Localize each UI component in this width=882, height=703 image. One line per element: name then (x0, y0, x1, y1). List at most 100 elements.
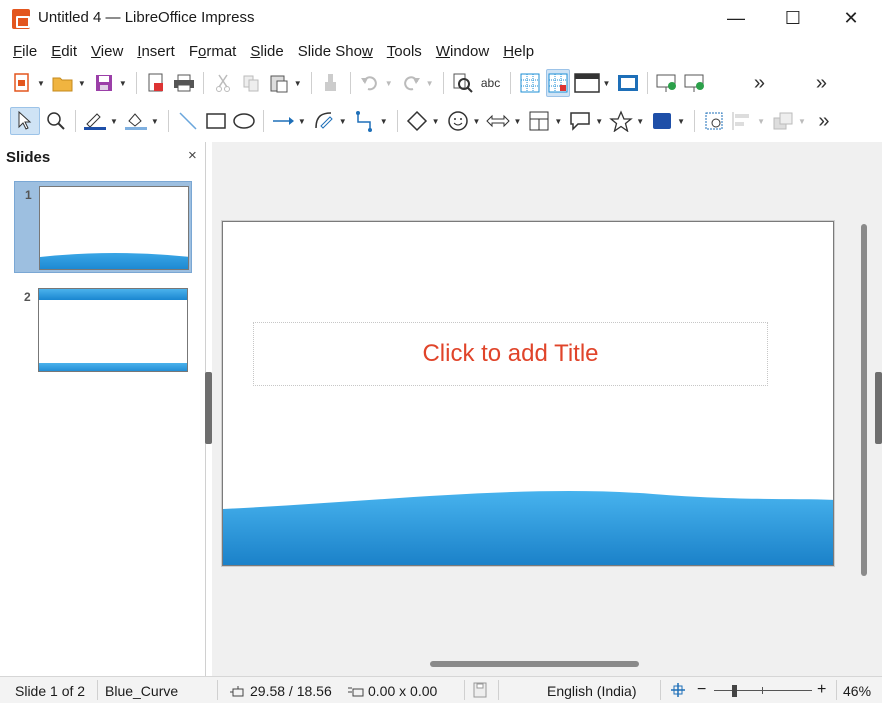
redo-icon[interactable] (399, 69, 423, 97)
connectors-dropdown-icon[interactable]: ▼ (380, 117, 388, 126)
fill-color-icon[interactable] (124, 107, 148, 135)
display-views-dropdown-icon[interactable]: ▼ (603, 79, 611, 88)
find-replace-icon[interactable] (451, 69, 475, 97)
shadow-dropdown-icon[interactable]: ▼ (677, 117, 685, 126)
redo-dropdown-icon[interactable]: ▼ (426, 79, 434, 88)
new-icon[interactable] (10, 69, 34, 97)
block-arrows-dropdown-icon[interactable]: ▼ (513, 117, 521, 126)
menu-mnemonic: S (250, 42, 261, 60)
symbol-shapes-dropdown-icon[interactable]: ▼ (473, 117, 481, 126)
menu-item[interactable]: Slide Show (291, 43, 380, 60)
copy-icon[interactable] (239, 69, 263, 97)
select-arrow-icon[interactable] (10, 107, 40, 135)
menu-label-part: lide (260, 42, 284, 60)
menu-item[interactable]: Slide (243, 43, 290, 60)
menu-item[interactable]: Edit (44, 43, 84, 60)
zoom-slider-track[interactable] (714, 690, 812, 691)
title-placeholder[interactable]: Click to add Title (253, 322, 768, 386)
open-folder-icon[interactable] (51, 69, 75, 97)
callout-dropdown-icon[interactable]: ▼ (595, 117, 603, 126)
undo-dropdown-icon[interactable]: ▼ (385, 79, 393, 88)
arrange-icon[interactable] (771, 107, 795, 135)
basic-shapes-dropdown-icon[interactable]: ▼ (432, 117, 440, 126)
lines-arrows-dropdown-icon[interactable]: ▼ (298, 117, 306, 126)
flowchart-icon[interactable] (527, 107, 551, 135)
start-from-current-slide-icon[interactable] (683, 69, 707, 97)
open-dropdown-icon[interactable]: ▼ (78, 79, 86, 88)
curves-dropdown-icon[interactable]: ▼ (339, 117, 347, 126)
smiley-icon[interactable] (446, 107, 470, 135)
zoom-level-status[interactable]: 46% (843, 683, 871, 699)
slide-thumbnail-2[interactable]: 2 (14, 284, 192, 376)
align-objects-icon[interactable] (730, 107, 754, 135)
slides-panel-close-icon[interactable]: × (188, 147, 197, 164)
maximize-button[interactable]: ☐ (771, 4, 815, 32)
toolbar-overflow-button[interactable]: » (747, 69, 771, 97)
document-modified-icon[interactable] (472, 682, 488, 701)
rotate-icon[interactable] (702, 107, 726, 135)
zoom-slider-handle[interactable] (732, 685, 737, 697)
start-from-first-slide-icon[interactable] (655, 69, 679, 97)
clone-formatting-icon[interactable] (319, 69, 343, 97)
fit-slide-icon[interactable] (671, 683, 685, 700)
shadow-3d-icon[interactable] (650, 107, 674, 135)
flowchart-dropdown-icon[interactable]: ▼ (554, 117, 562, 126)
fill-color-dropdown-icon[interactable]: ▼ (151, 117, 159, 126)
export-pdf-icon[interactable] (144, 69, 168, 97)
master-slide-status[interactable]: Blue_Curve (105, 683, 178, 699)
drawing-toolbar-overflow-button[interactable]: » (812, 107, 836, 135)
helplines-icon[interactable] (545, 69, 570, 97)
align-dropdown-icon[interactable]: ▼ (757, 117, 765, 126)
sidebar-splitter-handle[interactable] (875, 372, 882, 444)
star-dropdown-icon[interactable]: ▼ (636, 117, 644, 126)
zoom-in-button[interactable]: + (817, 681, 826, 699)
menu-item[interactable]: Window (429, 43, 496, 60)
status-separator (97, 680, 98, 700)
arrange-dropdown-icon[interactable]: ▼ (798, 117, 806, 126)
line-color-dropdown-icon[interactable]: ▼ (110, 117, 118, 126)
menu-item[interactable]: Format (182, 43, 244, 60)
lines-arrows-icon[interactable] (271, 107, 295, 135)
minimize-button[interactable]: — (714, 4, 758, 32)
display-views-icon[interactable] (573, 69, 600, 97)
slides-panel: Slides × 1 2 (0, 142, 206, 676)
print-icon[interactable] (172, 69, 196, 97)
zoom-out-button[interactable]: − (697, 681, 706, 699)
display-grid-icon[interactable] (518, 69, 542, 97)
rectangle-icon[interactable] (204, 107, 228, 135)
toolbar-separator (202, 72, 204, 94)
menu-item[interactable]: Tools (380, 43, 429, 60)
save-icon[interactable] (92, 69, 116, 97)
curves-polygons-icon[interactable] (312, 107, 336, 135)
toolbar-separator (509, 72, 511, 94)
close-window-button[interactable]: ✕ (829, 4, 873, 32)
menu-item[interactable]: View (84, 43, 130, 60)
cut-icon[interactable] (211, 69, 235, 97)
paste-icon[interactable] (267, 69, 291, 97)
vertical-scrollbar[interactable] (861, 224, 867, 576)
slide-canvas[interactable]: Click to add Title (222, 221, 834, 566)
slides-pane-splitter-handle[interactable] (205, 372, 212, 444)
master-slide-icon[interactable] (616, 69, 640, 97)
menu-item[interactable]: Insert (130, 43, 182, 60)
line-color-icon[interactable] (83, 107, 107, 135)
undo-icon[interactable] (358, 69, 382, 97)
insert-line-icon[interactable] (176, 107, 200, 135)
save-dropdown-icon[interactable]: ▼ (119, 79, 127, 88)
callout-icon[interactable] (568, 107, 592, 135)
zoom-pan-icon[interactable] (44, 107, 68, 135)
language-status[interactable]: English (India) (547, 683, 637, 699)
toolbar-overflow-right-button[interactable]: » (809, 69, 833, 97)
slide-thumbnail-1[interactable]: 1 (14, 181, 192, 273)
spellcheck-icon[interactable]: abc (479, 69, 503, 97)
menu-item[interactable]: Help (496, 43, 541, 60)
block-arrows-icon[interactable] (486, 107, 511, 135)
paste-dropdown-icon[interactable]: ▼ (294, 79, 302, 88)
ellipse-icon[interactable] (232, 107, 256, 135)
menu-item[interactable]: File (6, 43, 44, 60)
new-dropdown-icon[interactable]: ▼ (37, 79, 45, 88)
connectors-icon[interactable] (353, 107, 377, 135)
basic-shapes-diamond-icon[interactable] (405, 107, 429, 135)
star-icon[interactable] (609, 107, 634, 135)
horizontal-scrollbar[interactable] (430, 661, 639, 667)
